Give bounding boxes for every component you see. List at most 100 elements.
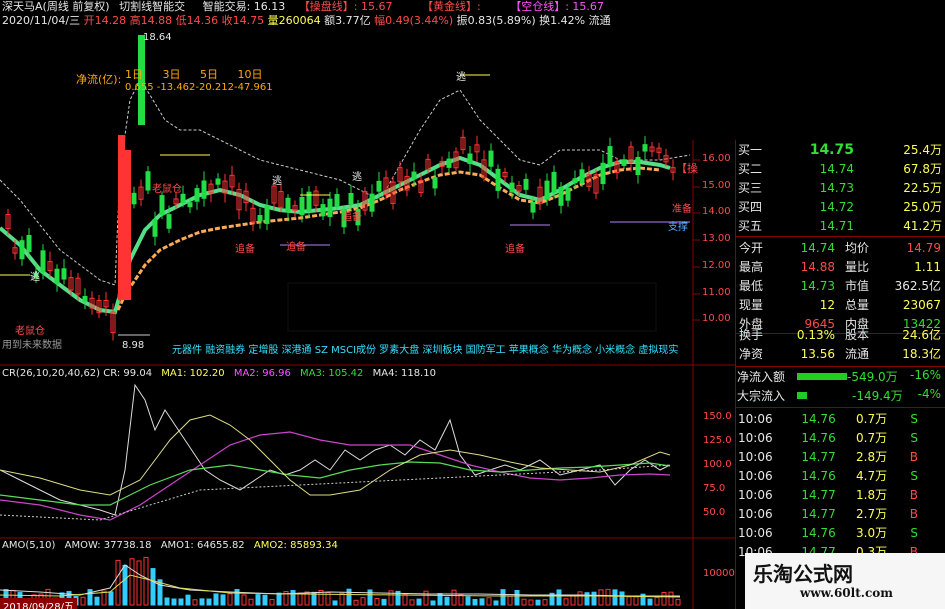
amo-bar (556, 589, 562, 606)
axis-label: 100.0 (703, 459, 732, 470)
candle-body (264, 205, 270, 224)
redacted-box (287, 282, 657, 332)
tab-3day[interactable]: 3日 (163, 68, 181, 81)
candle-body (327, 198, 333, 218)
tick-row[interactable]: 10:06 14.76 3.0万 S (738, 523, 918, 542)
amo-bar (178, 598, 184, 606)
amo-bar (339, 592, 345, 606)
escape-marker: 逃 (456, 72, 466, 83)
concept-tag[interactable]: 元器件 (172, 345, 202, 356)
concept-tag[interactable]: 罗素大盘 (379, 345, 419, 356)
tick-row[interactable]: 10:06 14.77 1.8万 B (738, 485, 918, 504)
amo-bar (570, 595, 576, 606)
bid-price: 14.73 (819, 180, 854, 195)
amo-bar (444, 596, 450, 606)
tick-volume: 0.7万 (856, 412, 888, 426)
tab-5day[interactable]: 5日 (200, 68, 218, 81)
peak-price-label: 18.64 (143, 32, 172, 43)
candle-body (159, 195, 165, 216)
tick-row[interactable]: 10:06 14.77 2.8万 B (738, 447, 918, 466)
stat-label: 今开 (739, 241, 764, 255)
candle-body (334, 194, 340, 207)
stat-label: 换手 (739, 328, 764, 342)
candle-body (530, 201, 536, 213)
cr-name[interactable]: CR(26,10,20,40,62) (2, 368, 100, 379)
concept-tag[interactable]: 国防军工 (466, 345, 506, 356)
tick-price: 14.77 (801, 506, 836, 521)
divider (735, 407, 945, 408)
tick-row[interactable]: 10:06 14.76 0.7万 S (738, 428, 918, 447)
stat-label: 流通 (845, 347, 870, 361)
amo-bar (360, 597, 366, 606)
bid-label: 买二 (738, 162, 763, 176)
candle-body (320, 204, 326, 217)
tick-row[interactable]: 10:06 14.76 0.7万 S (738, 409, 918, 428)
bid-volume: 22.5万 (903, 181, 942, 195)
tick-volume: 2.8万 (856, 450, 888, 464)
axis-label: 10.00 (702, 313, 731, 324)
stat-label: 量比 (845, 260, 870, 274)
amo-bar (423, 590, 429, 606)
tab-1day[interactable]: 1日 (125, 68, 143, 81)
tick-list[interactable]: 10:06 14.76 0.7万 S 10:06 14.76 0.7万 S 10:06 14.77… (738, 409, 918, 561)
stats-block: 今开 14.74 均价 14.79 最高 14.88 量比 1.11 最低 14.73 市值 36… (737, 238, 943, 333)
flow-bar (797, 392, 807, 399)
cr-ma3: MA3: 105.42 (300, 368, 364, 379)
amo-bar (374, 597, 380, 606)
concept-tag[interactable]: 深圳板块 (422, 345, 462, 356)
candle-body (607, 146, 613, 166)
concept-tag[interactable]: 定增股 (248, 345, 278, 356)
stat-value: 14.88 (800, 259, 835, 274)
concept-tag[interactable]: 融资融券 (205, 345, 245, 356)
bid-row[interactable]: 买五 14.71 41.2万 (736, 216, 944, 235)
trading-window: { "header": { "title": "深天马A(周线 前复权)", "… (0, 0, 945, 609)
axis-label: 50.0 (703, 507, 726, 518)
amo-bar (381, 598, 387, 606)
amo-bar (465, 596, 471, 606)
cr-ma4: MA4: 118.10 (372, 368, 436, 379)
bid-price: 14.71 (819, 218, 854, 233)
amo-bar (451, 589, 457, 606)
amo-bar (563, 598, 569, 606)
amo-name[interactable]: AMO(5,10) (2, 540, 55, 551)
amo-bar (528, 599, 534, 606)
concept-tag[interactable]: 深港通 (282, 345, 312, 356)
candle-body (257, 215, 263, 222)
amo-header: AMO(5,10) AMOW: 37738.18 AMO1: 64655.82 … (2, 540, 338, 551)
concept-tag[interactable]: 虚拟现实 (638, 345, 678, 356)
escape-marker: 逃 (30, 272, 40, 283)
amo-bar (416, 598, 422, 606)
candle-body (572, 178, 578, 184)
bid-volume: 67.8万 (903, 162, 942, 176)
candle-body (215, 178, 221, 185)
tick-time: 10:06 (738, 487, 773, 502)
candle-body (194, 188, 200, 202)
concept-tag[interactable]: 小米概念 (595, 345, 635, 356)
amo-bar (262, 594, 268, 606)
bid-row[interactable]: 买二 14.74 67.8万 (736, 159, 944, 178)
concept-tag[interactable]: 苹果概念 (509, 345, 549, 356)
tick-time: 10:06 (738, 449, 773, 464)
bid-row[interactable]: 买三 14.73 22.5万 (736, 178, 944, 197)
candle-body (467, 153, 473, 165)
stat-value: 362.5亿 (894, 279, 941, 293)
tick-volume: 2.7万 (856, 507, 888, 521)
tick-row[interactable]: 10:06 14.76 4.7万 S (738, 466, 918, 485)
bid-row[interactable]: 买一 14.75 25.4万 (736, 140, 944, 159)
tab-10day[interactable]: 10日 (238, 68, 263, 81)
amo-bar (367, 589, 373, 606)
price-chart[interactable] (0, 0, 735, 609)
concept-tag[interactable]: SZ MSCI成份 (315, 345, 376, 356)
bid-row[interactable]: 买四 14.72 25.0万 (736, 197, 944, 216)
amo-bar (521, 598, 527, 606)
cr-ma1: MA1: 102.20 (161, 368, 225, 379)
stat-label: 总量 (845, 298, 870, 312)
concept-tag[interactable]: 华为概念 (552, 345, 592, 356)
amo-bar (472, 599, 478, 606)
amo-bar (269, 599, 275, 606)
tick-row[interactable]: 10:06 14.77 2.7万 B (738, 504, 918, 523)
amo-bar (598, 589, 604, 606)
tick-volume: 4.7万 (856, 469, 888, 483)
amo-bar (633, 596, 639, 606)
old-buy-marker: 老鼠仓 (15, 326, 45, 337)
